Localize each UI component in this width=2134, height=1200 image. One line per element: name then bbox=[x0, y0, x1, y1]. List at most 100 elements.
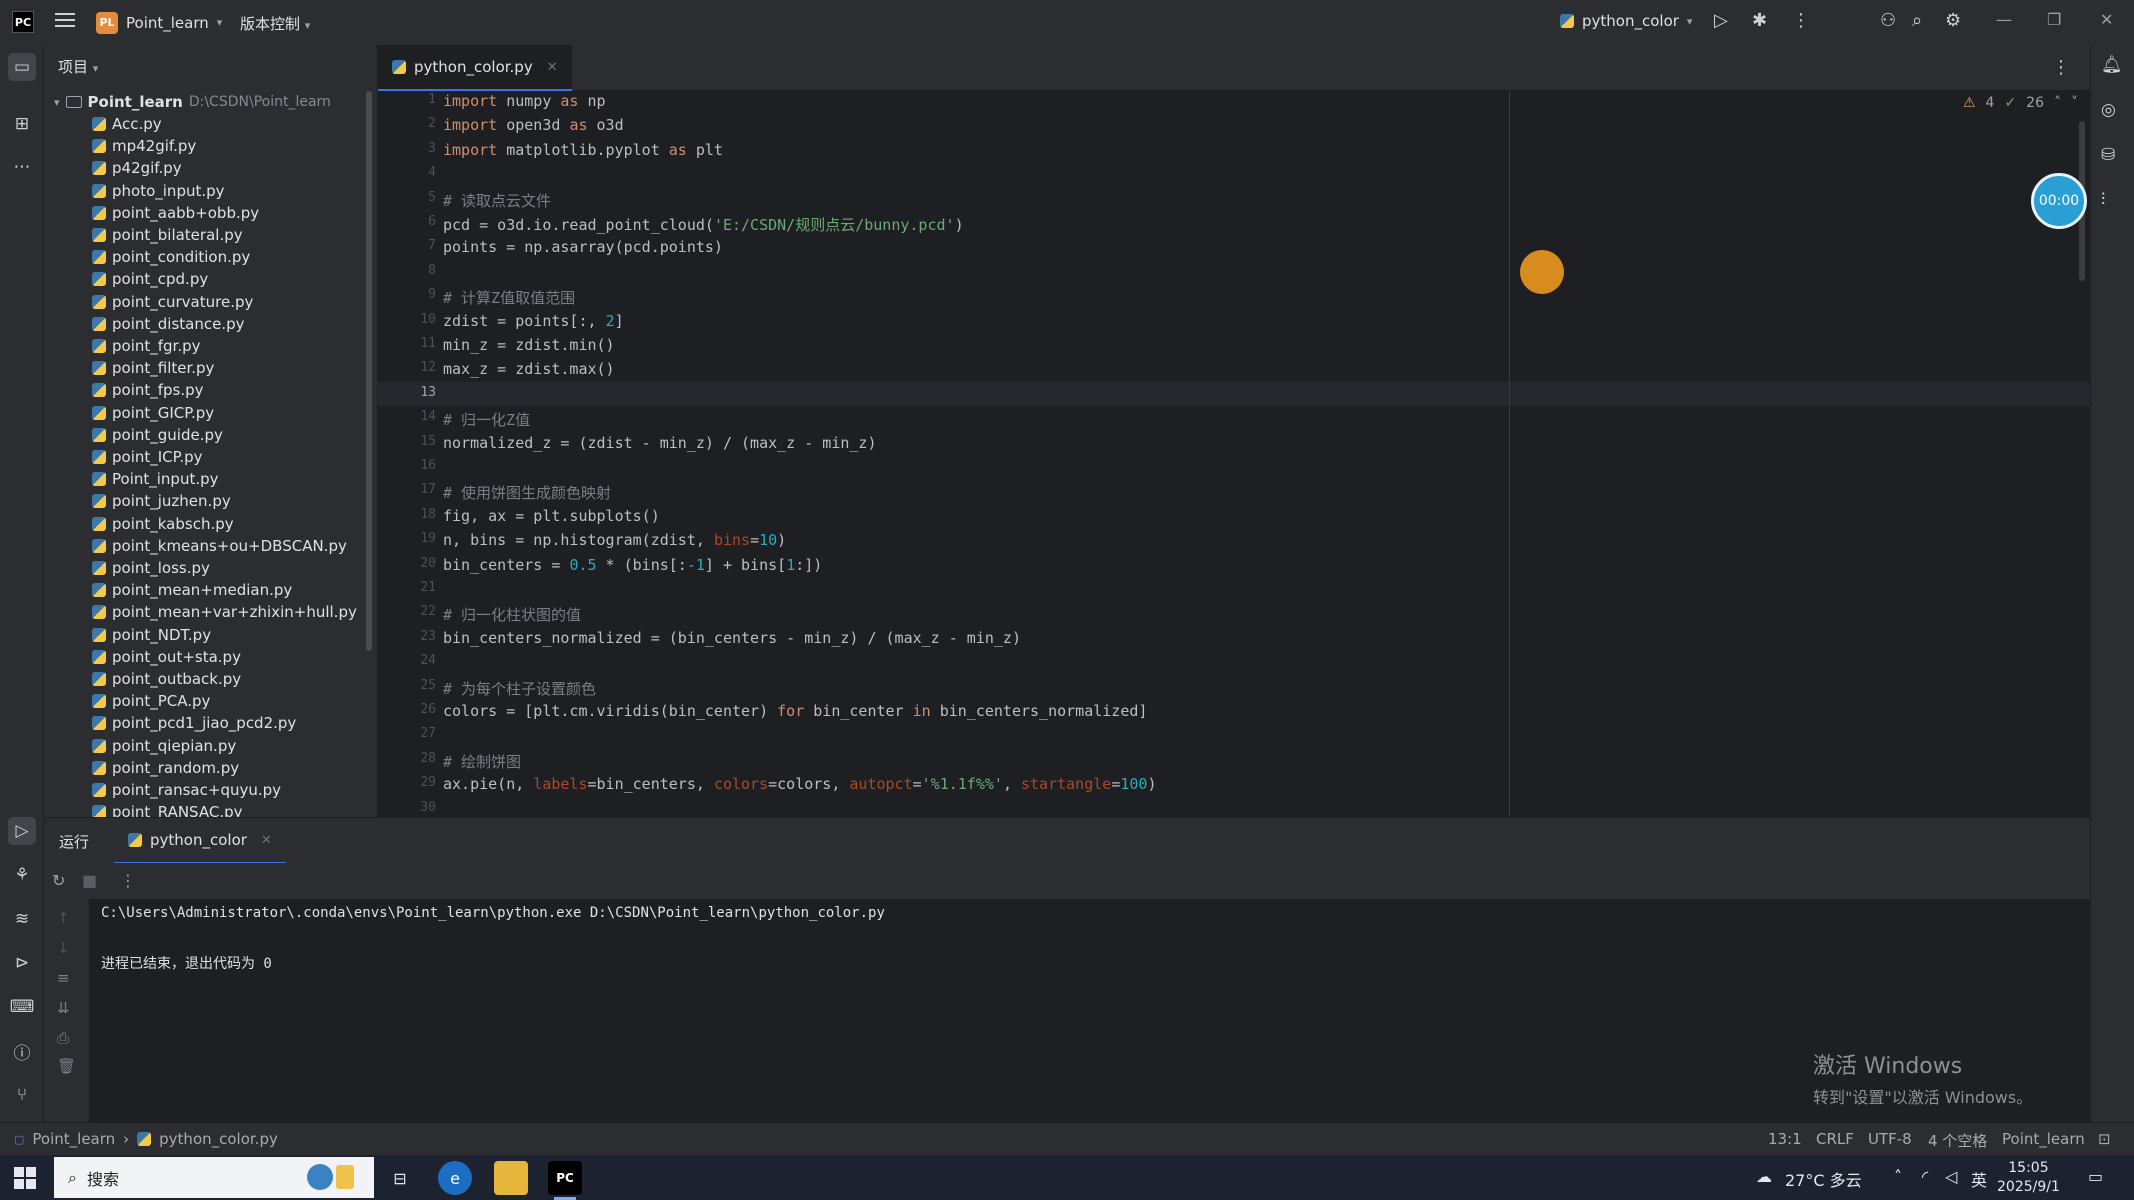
weather-icon[interactable]: ☁ bbox=[1756, 1167, 1772, 1186]
minimize-icon[interactable]: — bbox=[1996, 10, 2012, 29]
tree-file-item[interactable]: point_ICP.py bbox=[92, 446, 203, 468]
tree-file-item[interactable]: point_GICP.py bbox=[92, 402, 214, 424]
tree-file-item[interactable]: Point_input.py bbox=[92, 468, 219, 490]
code-line[interactable]: ax.pie(n, labels=bin_centers, colors=col… bbox=[443, 775, 1156, 793]
tree-file-item[interactable]: point_guide.py bbox=[92, 424, 223, 446]
chevron-up-icon[interactable]: ˄ bbox=[1894, 1167, 1902, 1186]
code-line[interactable]: min_z = zdist.min() bbox=[443, 336, 615, 354]
tree-file-item[interactable]: photo_input.py bbox=[92, 180, 225, 202]
tree-file-item[interactable]: point_NDT.py bbox=[92, 624, 211, 646]
terminal-icon[interactable]: ⌨ bbox=[8, 993, 36, 1021]
inspection-widget[interactable]: ⚠ 4 ✓ 26 ˄ ˅ bbox=[1963, 95, 2078, 111]
code-line[interactable]: # 计算Z值取值范围 bbox=[443, 287, 575, 308]
more-tools-icon[interactable]: ⋯ bbox=[8, 153, 36, 181]
run-icon[interactable]: ▷ bbox=[1714, 10, 1728, 31]
tree-file-item[interactable]: point_ransac+quyu.py bbox=[92, 779, 281, 801]
code-line[interactable]: # 读取点云文件 bbox=[443, 190, 551, 211]
code-line[interactable]: import open3d as o3d bbox=[443, 116, 624, 134]
tree-root-node[interactable]: ▾ Point_learn D:\CSDN\Point_learn bbox=[54, 91, 331, 113]
code-line[interactable]: # 归一化柱状图的值 bbox=[443, 604, 581, 625]
tree-scrollbar[interactable] bbox=[366, 91, 372, 651]
python-console-icon[interactable]: ⚘ bbox=[8, 861, 36, 889]
code-line[interactable]: # 绘制饼图 bbox=[443, 751, 521, 772]
code-line[interactable]: import matplotlib.pyplot as plt bbox=[443, 141, 723, 159]
ai-assistant-icon[interactable]: ◎ bbox=[2101, 100, 2116, 120]
tree-file-item[interactable]: point_kabsch.py bbox=[92, 513, 234, 535]
code-line[interactable]: # 归一化Z值 bbox=[443, 409, 530, 430]
windows-start-icon[interactable] bbox=[14, 1167, 36, 1189]
structure-icon[interactable]: ⊞ bbox=[8, 110, 36, 138]
edge-browser-icon[interactable]: e bbox=[438, 1161, 472, 1195]
caret-position[interactable]: 13:1 bbox=[1768, 1130, 1802, 1148]
code-line[interactable]: # 使用饼图生成颜色映射 bbox=[443, 482, 611, 503]
tree-file-item[interactable]: point_mean+var+zhixin+hull.py bbox=[92, 601, 357, 623]
settings-gear-icon[interactable]: ⚙ bbox=[1945, 10, 1961, 31]
indent-setting[interactable]: 4 个空格 bbox=[1928, 1130, 1987, 1151]
code-line[interactable]: n, bins = np.histogram(zdist, bins=10) bbox=[443, 531, 786, 549]
interpreter[interactable]: Point_learn bbox=[2002, 1130, 2085, 1148]
git-branch-icon[interactable]: ⑂ bbox=[8, 1081, 36, 1109]
tree-file-item[interactable]: point_qiepian.py bbox=[92, 735, 236, 757]
scroll-to-end-icon[interactable]: ⇊ bbox=[57, 999, 70, 1017]
problems-icon[interactable]: ⓘ bbox=[8, 1037, 36, 1065]
tree-file-item[interactable]: point_loss.py bbox=[92, 557, 210, 579]
file-encoding[interactable]: UTF-8 bbox=[1868, 1130, 1912, 1148]
project-panel-header[interactable]: 项目 ▾ bbox=[58, 56, 98, 77]
services-icon[interactable]: ⊳ bbox=[8, 949, 36, 977]
volume-icon[interactable]: ◁ bbox=[1945, 1167, 1957, 1186]
debug-icon[interactable]: ✱ bbox=[1752, 10, 1767, 31]
layers-icon[interactable]: ≋ bbox=[8, 905, 36, 933]
tree-file-item[interactable]: point_distance.py bbox=[92, 313, 244, 335]
tree-file-item[interactable]: point_out+sta.py bbox=[92, 646, 241, 668]
main-menu-icon[interactable] bbox=[55, 10, 75, 30]
network-icon[interactable]: ◜ bbox=[1922, 1167, 1928, 1186]
scientific-view-icon[interactable]: ⫶ bbox=[2101, 190, 2105, 210]
taskbar-clock[interactable]: 15:05 2025/9/1 bbox=[1997, 1159, 2060, 1197]
print-icon[interactable]: ⎙ bbox=[57, 1029, 69, 1047]
code-line[interactable]: # 为每个柱子设置颜色 bbox=[443, 678, 596, 699]
tree-file-item[interactable]: Acc.py bbox=[92, 113, 162, 135]
tree-file-item[interactable]: point_RANSAC.py bbox=[92, 801, 243, 817]
tree-file-item[interactable]: point_random.py bbox=[92, 757, 239, 779]
more-options-icon[interactable]: ⋮ bbox=[120, 871, 136, 890]
code-line[interactable]: bin_centers_normalized = (bin_centers - … bbox=[443, 629, 1021, 647]
add-user-icon[interactable]: ⚇ bbox=[1880, 10, 1896, 31]
code-line[interactable]: pcd = o3d.io.read_point_cloud('E:/CSDN/规… bbox=[443, 214, 964, 235]
pycharm-taskbar-icon[interactable]: PC bbox=[548, 1161, 582, 1200]
code-line[interactable]: import numpy as np bbox=[443, 92, 606, 110]
file-explorer-icon[interactable] bbox=[494, 1161, 528, 1195]
run-tool-icon[interactable]: ▷ bbox=[8, 817, 36, 845]
notifications-bell-icon[interactable]: 🔔︎ bbox=[2101, 55, 2123, 75]
tree-file-item[interactable]: point_kmeans+ou+DBSCAN.py bbox=[92, 535, 347, 557]
close-tab-icon[interactable]: ✕ bbox=[261, 833, 272, 848]
tree-file-item[interactable]: point_curvature.py bbox=[92, 291, 253, 313]
chevron-down-icon[interactable]: ▾ bbox=[54, 96, 60, 109]
tree-file-item[interactable]: mp42gif.py bbox=[92, 135, 196, 157]
restore-icon[interactable]: ❐ bbox=[2047, 10, 2061, 29]
soft-wrap-icon[interactable]: ≡ bbox=[57, 969, 70, 987]
run-console[interactable]: C:\Users\Administrator\.conda\envs\Point… bbox=[89, 899, 2088, 1122]
close-tab-icon[interactable]: ✕ bbox=[547, 60, 558, 75]
code-line[interactable]: max_z = zdist.max() bbox=[443, 360, 615, 378]
project-switcher[interactable]: PL Point_learn ▾ bbox=[96, 9, 222, 36]
tree-file-item[interactable]: point_fgr.py bbox=[92, 335, 201, 357]
project-folder-icon[interactable]: ▭ bbox=[8, 53, 36, 81]
code-line[interactable]: fig, ax = plt.subplots() bbox=[443, 507, 660, 525]
chevron-down-icon[interactable]: ˅ bbox=[2071, 95, 2078, 111]
breadcrumb-project[interactable]: Point_learn bbox=[32, 1130, 115, 1148]
run-tab-python-color[interactable]: python_color ✕ bbox=[114, 818, 286, 864]
tab-options-icon[interactable]: ⋮ bbox=[2052, 57, 2070, 78]
tree-file-item[interactable]: point_juzhen.py bbox=[92, 490, 231, 512]
rerun-icon[interactable]: ↻ bbox=[52, 871, 65, 890]
more-actions-icon[interactable]: ⋮ bbox=[1792, 10, 1810, 31]
weather-text[interactable]: 27°C 多云 bbox=[1785, 1167, 1862, 1191]
scroll-up-icon[interactable]: ↑ bbox=[57, 909, 70, 927]
lock-icon[interactable]: ⊡ bbox=[2098, 1130, 2111, 1148]
tree-file-item[interactable]: point_mean+median.py bbox=[92, 579, 292, 601]
task-view-icon[interactable]: ⊟ bbox=[383, 1161, 417, 1195]
tree-file-item[interactable]: point_condition.py bbox=[92, 246, 250, 268]
tree-file-item[interactable]: point_bilateral.py bbox=[92, 224, 243, 246]
code-line[interactable]: zdist = points[:, 2] bbox=[443, 312, 624, 330]
tree-file-item[interactable]: point_cpd.py bbox=[92, 268, 208, 290]
line-separator[interactable]: CRLF bbox=[1816, 1130, 1854, 1148]
